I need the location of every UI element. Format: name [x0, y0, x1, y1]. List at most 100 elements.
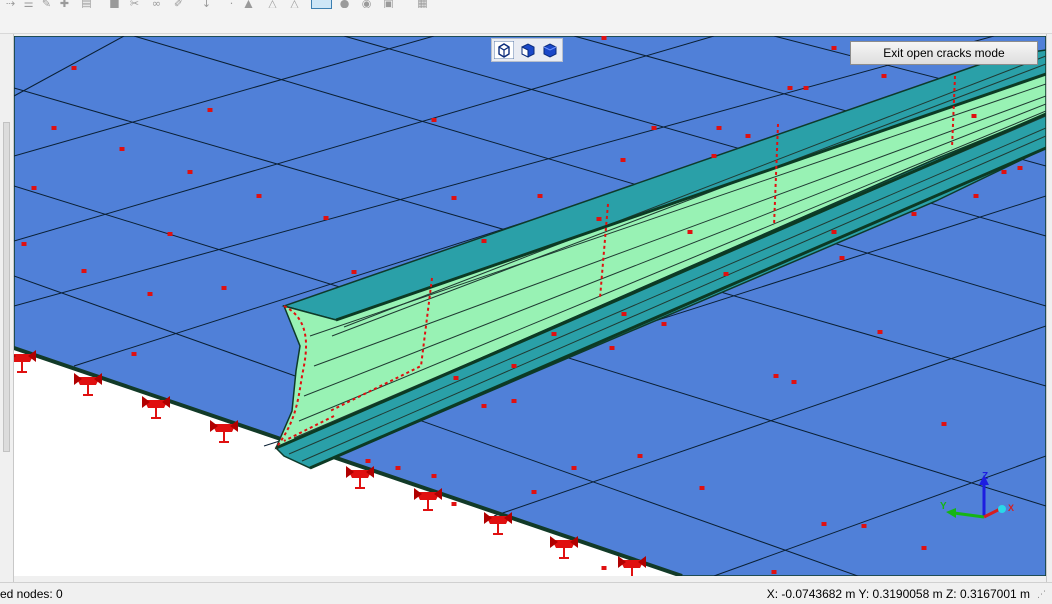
axis-triad: Z Y X [940, 471, 1014, 519]
mesh-node [431, 474, 437, 478]
mesh-node [451, 196, 457, 200]
mesh-node [773, 374, 779, 378]
scissors-icon[interactable]: ✂ [128, 0, 141, 8]
shaded-cube-icon[interactable] [540, 41, 560, 59]
mesh-node [531, 490, 537, 494]
mesh-node [481, 239, 487, 243]
support-symbol [346, 466, 374, 489]
support-symbol [210, 420, 238, 443]
mesh-node [51, 126, 57, 130]
wireframe-cube-icon[interactable] [494, 41, 514, 59]
filter-icon[interactable]: ☰ [22, 0, 35, 8]
mesh-node [596, 217, 602, 221]
printer-icon[interactable]: ▣ [382, 0, 395, 8]
mesh-node [1017, 166, 1023, 170]
cube-view-icon[interactable] [311, 0, 332, 9]
mesh-node [167, 232, 173, 236]
triangle-mesh-icon[interactable]: △ [266, 0, 279, 8]
triad-z-label: Z [982, 471, 988, 482]
exit-open-cracks-button[interactable]: Exit open cracks mode [850, 41, 1038, 65]
cursor-coordinates: X: -0.0743682 m Y: 0.3190058 m Z: 0.3167… [766, 587, 1030, 601]
mesh-node [911, 212, 917, 216]
mesh-node [323, 216, 329, 220]
mesh-node [207, 108, 213, 112]
copy-icon[interactable]: ▤ [80, 0, 93, 8]
mesh-node [821, 522, 827, 526]
mesh-node [839, 256, 845, 260]
pen-icon[interactable]: ✐ [172, 0, 185, 8]
half-shaded-cube-icon[interactable] [518, 41, 538, 59]
draw-icon[interactable]: ✎ [40, 0, 53, 8]
sphere-icon[interactable]: ● [338, 0, 351, 8]
mesh-node [711, 154, 717, 158]
mesh-node [787, 86, 793, 90]
mesh-node [621, 312, 627, 316]
mesh-node [31, 186, 37, 190]
mesh-node [771, 570, 777, 574]
grid-icon[interactable]: ▦ [416, 0, 429, 8]
mesh-node [395, 466, 401, 470]
shaded-sphere-icon[interactable]: ◉ [360, 0, 373, 8]
mesh-node [1001, 170, 1007, 174]
mesh-node [831, 230, 837, 234]
selected-nodes-status: ed nodes: 0 [0, 587, 63, 601]
support-symbol [550, 536, 578, 559]
mesh-node [511, 364, 517, 368]
mesh-node [861, 524, 867, 528]
mesh-node [661, 322, 667, 326]
toolbar: ⇢ ☰ ✎ ✚ ▤ ■ ✂ ∞ ✐ ↓ · ▲ △ △ ● ◉ ▣ ▦ [0, 0, 1052, 34]
mesh-node [803, 86, 809, 90]
mesh-node [551, 332, 557, 336]
mesh-node [21, 242, 27, 246]
mesh-node [351, 270, 357, 274]
mesh-node [620, 158, 626, 162]
mesh-node [131, 352, 137, 356]
fe-model-scene[interactable] [14, 36, 1046, 576]
mesh-node [451, 502, 457, 506]
mesh-node [571, 466, 577, 470]
mesh-node [941, 422, 947, 426]
select-icon[interactable]: ⇢ [4, 0, 17, 8]
mesh-node [453, 376, 459, 380]
mesh-node [745, 134, 751, 138]
model-viewport[interactable]: Exit open cracks mode Z Y X [14, 36, 1046, 576]
status-bar: ed nodes: 0 X: -0.0743682 m Y: 0.3190058… [0, 582, 1052, 604]
support-symbol [142, 396, 170, 419]
mesh-node [147, 292, 153, 296]
view-mode-toolbar [491, 38, 563, 62]
mesh-node [716, 126, 722, 130]
mesh-node [651, 126, 657, 130]
mesh-node [699, 486, 705, 490]
mesh-node [971, 114, 977, 118]
mesh-node [511, 399, 517, 403]
mesh-node [601, 36, 607, 40]
pin-icon[interactable]: ↓ [200, 0, 213, 8]
mesh-node [831, 46, 837, 50]
triangle-icon[interactable]: △ [288, 0, 301, 8]
triangle-mesh-icon[interactable]: ▲ [242, 0, 255, 8]
mesh-node [71, 66, 77, 70]
support-symbol [74, 373, 102, 396]
mesh-node [791, 380, 797, 384]
chain-icon[interactable]: ∞ [150, 0, 163, 8]
mesh-node [187, 170, 193, 174]
point-icon[interactable]: · [225, 0, 238, 8]
mesh-node [973, 194, 979, 198]
document-icon[interactable]: ■ [108, 0, 121, 8]
mesh-node [723, 272, 729, 276]
mesh-node [431, 118, 437, 122]
right-panel-edge [1046, 34, 1052, 582]
scrollbar-thumb[interactable] [3, 122, 10, 452]
mesh-node [637, 454, 643, 458]
application-window: ⇢ ☰ ✎ ✚ ▤ ■ ✂ ∞ ✐ ↓ · ▲ △ △ ● ◉ ▣ ▦ Exit… [0, 0, 1052, 604]
mesh-node [609, 346, 615, 350]
triad-x-label: X [1008, 503, 1014, 513]
left-panel-edge [0, 34, 14, 582]
mesh-node [119, 147, 125, 151]
mesh-node [221, 286, 227, 290]
resize-grip-icon[interactable]: ⋰ [1037, 589, 1049, 601]
mesh-node [877, 330, 883, 334]
mesh-node [687, 230, 693, 234]
add-icon[interactable]: ✚ [58, 0, 71, 8]
mesh-node [537, 194, 543, 198]
